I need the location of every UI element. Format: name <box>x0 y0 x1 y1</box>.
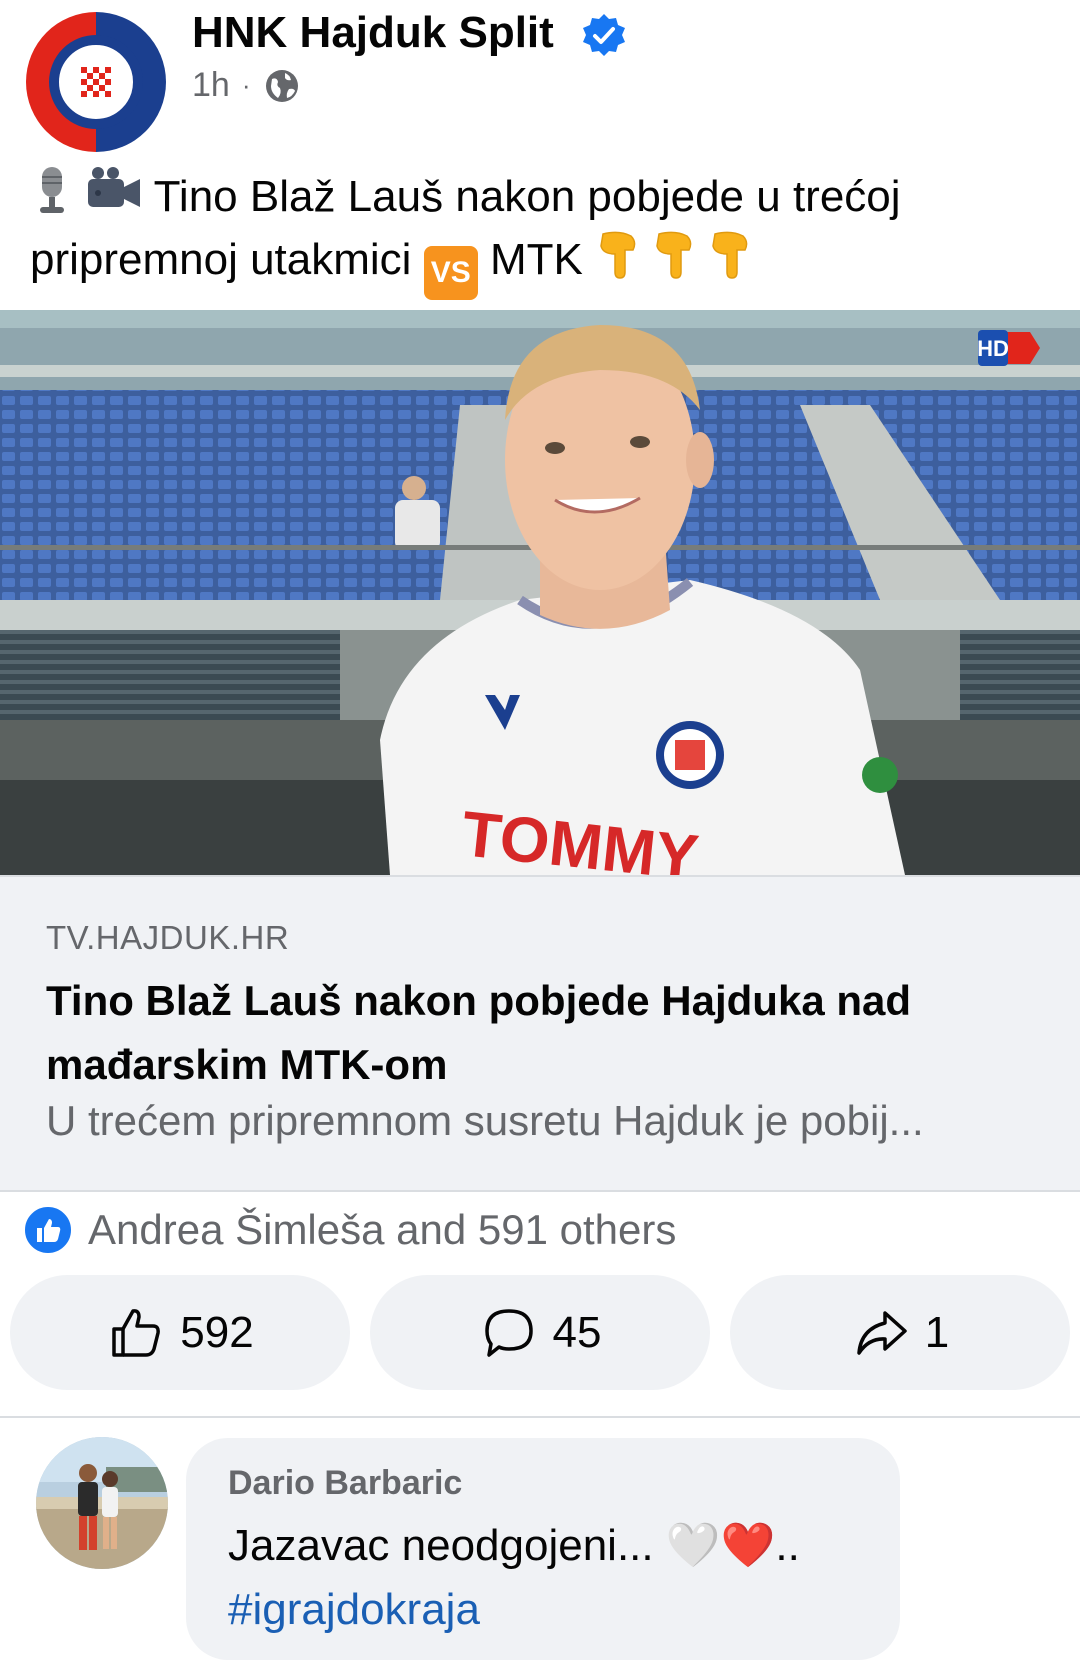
post-text-line-1-text: Tino Blaž Lauš nakon pobjede u trećoj <box>153 172 901 221</box>
studio-microphone-icon <box>40 167 64 213</box>
actions-divider <box>0 1416 1080 1418</box>
post-text-line-2a: pripremnoj utakmici <box>30 235 412 284</box>
post-text-line-2b: MTK <box>489 235 583 284</box>
share-count: 1 <box>924 1307 950 1357</box>
comment-bubble[interactable]: Dario Barbaric Jazavac neodgojeni... 🤍❤️… <box>186 1438 900 1660</box>
commenter-photo <box>36 1437 168 1569</box>
post-text: Tino Blaž Lauš nakon pobjede u trećoj pr… <box>30 165 1050 300</box>
reactions-summary[interactable]: Andrea Šimleša and 591 others <box>22 1202 676 1258</box>
globe-icon <box>265 69 298 102</box>
link-preview[interactable]: TV.HAJDUK.HR Tino Blaž Lauš nakon pobjed… <box>0 877 1080 1190</box>
like-button[interactable]: 592 <box>10 1275 350 1390</box>
post-text-line-2: pripremnoj utakmici VS MTK <box>30 228 1050 300</box>
commenter-avatar[interactable] <box>36 1437 168 1569</box>
post-header: HAJDUK SPLIT HNK Hajduk Split 1h · <box>0 0 1080 152</box>
vs-emoji: VS <box>423 246 478 300</box>
page-avatar[interactable]: HAJDUK SPLIT <box>26 12 166 152</box>
crest-text-top: HAJDUK <box>77 53 115 63</box>
thumbs-up-icon <box>112 1308 161 1357</box>
comment-bubble-icon <box>484 1308 533 1357</box>
svg-text:HD: HD <box>977 336 1009 361</box>
pointing-down-icon <box>600 231 748 279</box>
verified-badge-icon <box>583 14 625 56</box>
like-reaction-icon <box>22 1204 74 1256</box>
post-image[interactable]: HD TOMMY <box>0 310 1080 875</box>
comment-author[interactable]: Dario Barbaric <box>228 1464 462 1503</box>
post-time[interactable]: 1h <box>192 66 230 105</box>
link-domain: TV.HAJDUK.HR <box>46 919 290 956</box>
reactions-text: Andrea Šimleša and 591 others <box>88 1206 677 1253</box>
video-camera-icon <box>88 167 141 207</box>
link-title[interactable]: Tino Blaž Lauš nakon pobjede Hajduka nad… <box>46 969 1046 1097</box>
comment-button[interactable]: 45 <box>370 1275 710 1390</box>
comment-count: 45 <box>552 1307 602 1357</box>
comment-hashtag[interactable]: #igrajdokraja <box>228 1578 480 1642</box>
comment-text: Jazavac neodgojeni... 🤍❤️.. <box>228 1521 800 1570</box>
meta-separator: · <box>241 70 251 100</box>
hd-watermark: HD <box>977 330 1040 366</box>
stadium-interview-image: HD TOMMY <box>0 310 1080 875</box>
crest-text-bottom: SPLIT <box>83 101 109 111</box>
hajduk-crest-icon: HAJDUK SPLIT <box>49 35 143 129</box>
link-divider <box>0 1190 1080 1192</box>
share-button[interactable]: 1 <box>730 1275 1070 1390</box>
share-arrow-icon <box>857 1310 907 1355</box>
post-text-line-1: Tino Blaž Lauš nakon pobjede u trećoj <box>30 165 1050 228</box>
post-meta: 1h · <box>192 66 301 105</box>
page-name[interactable]: HNK Hajduk Split <box>192 8 554 58</box>
like-count: 592 <box>180 1307 254 1357</box>
link-description: U trećem pripremnom susretu Hajduk je po… <box>46 1097 924 1144</box>
